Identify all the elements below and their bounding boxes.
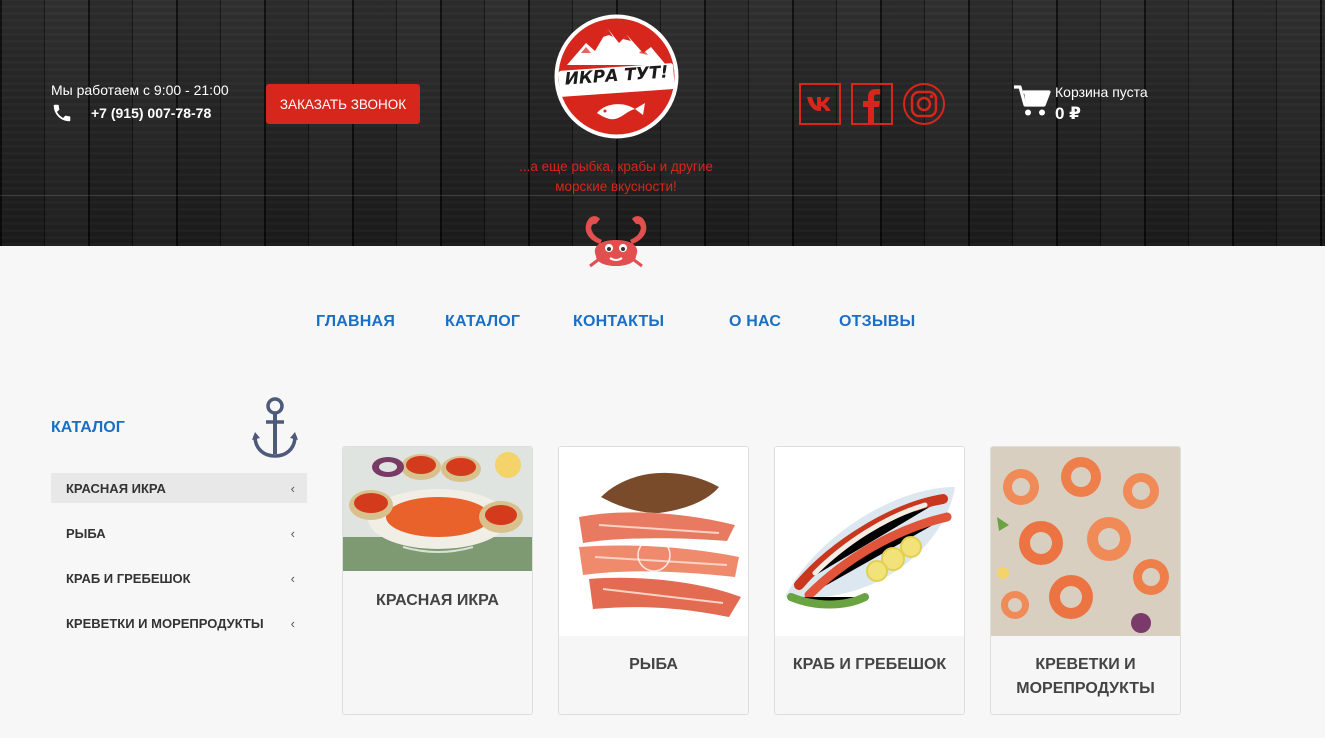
crab-platter-image <box>775 447 964 636</box>
red-caviar-image <box>343 447 532 573</box>
card-title: РЫБА <box>629 656 678 673</box>
nav-reviews[interactable]: ОТЗЫВЫ <box>839 313 915 331</box>
working-hours: Мы работаем с 9:00 - 21:00 <box>51 82 229 98</box>
nav-catalog[interactable]: КАТАЛОГ <box>445 313 520 331</box>
catalog-item-label: КРАСНАЯ ИКРА <box>66 480 166 496</box>
fish-image <box>559 447 748 636</box>
catalog-item-red-caviar[interactable]: КРАСНАЯ ИКРА ‹ <box>51 473 307 503</box>
catalog-heading: КАТАЛОГ <box>51 419 125 436</box>
chevron-left-icon: ‹ <box>290 525 295 541</box>
nav-about[interactable]: О НАС <box>729 313 781 331</box>
card-title: КРАСНАЯ ИКРА <box>376 592 499 609</box>
card-title: КРЕВЕТКИ И МОРЕПРОДУКТЫ <box>1016 656 1155 697</box>
cart-total: 0 ₽ <box>1055 104 1082 123</box>
chevron-left-icon: ‹ <box>290 570 295 586</box>
phone-contact[interactable]: +7 (915) 007-78-78 <box>51 102 211 124</box>
catalog-item-label: КРЕВЕТКИ И МОРЕПРОДУКТЫ <box>66 615 264 631</box>
chevron-left-icon: ‹ <box>290 480 295 496</box>
catalog-menu: КРАСНАЯ ИКРА ‹ РЫБА ‹ КРАБ И ГРЕБЕШОК ‹ … <box>51 473 307 653</box>
card-title: КРАБ И ГРЕБЕШОК <box>792 656 947 673</box>
tagline: ...а еще рыбка, крабы и другие морские в… <box>519 159 713 194</box>
site-header: Мы работаем с 9:00 - 21:00 +7 (915) 007-… <box>0 0 1325 246</box>
catalog-item-label: РЫБА <box>66 525 106 541</box>
vk-icon[interactable] <box>799 83 841 125</box>
category-card-crab[interactable]: КРАБ И ГРЕБЕШОК <box>774 446 965 715</box>
cart-status[interactable]: Корзина пуста <box>1055 84 1148 100</box>
shrimp-image <box>991 447 1180 636</box>
order-call-button[interactable]: ЗАКАЗАТЬ ЗВОНОК <box>266 84 420 124</box>
cart-icon[interactable] <box>1013 84 1051 118</box>
catalog-item-label: КРАБ И ГРЕБЕШОК <box>66 570 191 586</box>
crab-icon <box>585 216 647 268</box>
phone-icon <box>53 104 71 122</box>
catalog-item-crab[interactable]: КРАБ И ГРЕБЕШОК ‹ <box>51 563 307 593</box>
nav-contacts[interactable]: КОНТАКТЫ <box>573 313 664 331</box>
nav-home[interactable]: ГЛАВНАЯ <box>316 313 395 331</box>
category-card-red-caviar[interactable]: КРАСНАЯ ИКРА <box>342 446 533 715</box>
chevron-left-icon: ‹ <box>290 615 295 631</box>
phone-number[interactable]: +7 (915) 007-78-78 <box>91 105 211 121</box>
facebook-icon[interactable] <box>851 83 893 125</box>
category-card-shrimp[interactable]: КРЕВЕТКИ И МОРЕПРОДУКТЫ <box>990 446 1181 715</box>
anchor-icon <box>252 397 298 458</box>
category-card-fish[interactable]: РЫБА <box>558 446 749 715</box>
catalog-item-shrimp[interactable]: КРЕВЕТКИ И МОРЕПРОДУКТЫ ‹ <box>51 608 307 638</box>
catalog-item-fish[interactable]: РЫБА ‹ <box>51 518 307 548</box>
instagram-icon[interactable] <box>903 83 945 125</box>
